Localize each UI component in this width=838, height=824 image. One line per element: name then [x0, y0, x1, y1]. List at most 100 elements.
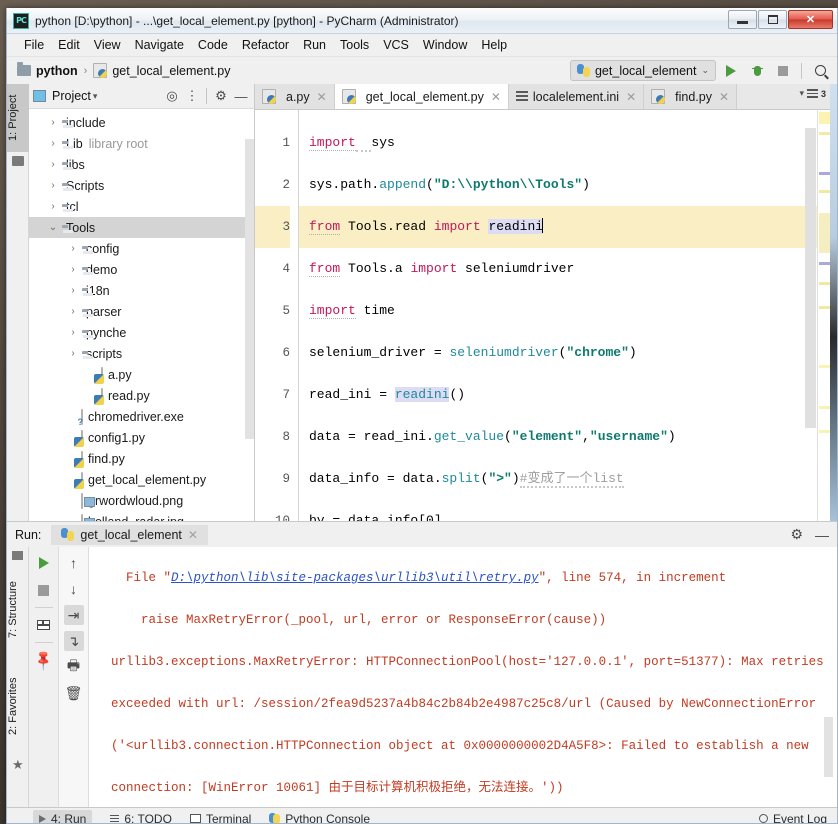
chevron-right-icon[interactable]: ›: [45, 180, 61, 191]
run-configuration-selector[interactable]: get_local_element ⌄: [569, 60, 716, 81]
status-item-todo[interactable]: 6: TODO: [110, 812, 172, 823]
target-icon[interactable]: ◎: [163, 87, 181, 105]
chevron-right-icon[interactable]: ›: [65, 348, 81, 359]
console-scrollbar[interactable]: [824, 717, 833, 777]
sidebar-item-favorites[interactable]: 2: Favorites: [7, 659, 29, 753]
tree-item-config1-py[interactable]: config1.py: [29, 427, 254, 448]
chevron-right-icon[interactable]: ›: [65, 243, 81, 254]
close-icon[interactable]: ✕: [188, 528, 198, 542]
tree-item-lib[interactable]: › Lib library root: [29, 133, 254, 154]
tree-item-scripts[interactable]: › scripts: [29, 343, 254, 364]
tree-item-read-py[interactable]: read.py: [29, 385, 254, 406]
close-icon[interactable]: ✕: [626, 90, 636, 104]
scroll-to-end-button[interactable]: ↴: [63, 631, 84, 651]
chevron-right-icon[interactable]: ›: [45, 138, 61, 149]
stop-button[interactable]: [772, 60, 794, 82]
up-button[interactable]: ↑: [64, 553, 84, 573]
menu-run[interactable]: Run: [296, 36, 333, 54]
tree-item-demo[interactable]: › demo: [29, 259, 254, 280]
minimize-icon[interactable]: —: [815, 527, 829, 543]
python-file-icon: [101, 366, 103, 383]
chevron-right-icon[interactable]: ›: [65, 264, 81, 275]
tree-item-tcl[interactable]: › tcl: [29, 196, 254, 217]
status-item-python-console[interactable]: Python Console: [269, 812, 370, 823]
tree-item-scripts[interactable]: › Scripts: [29, 175, 254, 196]
tree-item-tools[interactable]: ⌄ Tools: [29, 217, 254, 238]
menu-tools[interactable]: Tools: [333, 36, 376, 54]
tree-item-pynche[interactable]: › pynche: [29, 322, 254, 343]
gear-icon[interactable]: ⚙: [790, 526, 803, 543]
menu-file[interactable]: File: [17, 36, 51, 54]
rerun-button[interactable]: [34, 553, 54, 573]
tab-localelement-ini[interactable]: localelement.ini ✕: [508, 84, 645, 109]
menu-edit[interactable]: Edit: [51, 36, 87, 54]
search-button[interactable]: [809, 60, 831, 82]
close-icon[interactable]: ✕: [719, 90, 729, 104]
soft-wrap-button[interactable]: ⇥: [63, 605, 84, 625]
tab-find-py[interactable]: find.py ✕: [644, 84, 738, 109]
minimize-button[interactable]: [728, 10, 757, 29]
project-scrollbar[interactable]: [245, 139, 254, 439]
hide-panel-icon[interactable]: —: [232, 87, 250, 105]
menu-vcs[interactable]: VCS: [376, 36, 416, 54]
editor-scrollbar[interactable]: [805, 128, 816, 428]
code-content[interactable]: import sys sys.path.append("D:\\python\\…: [299, 110, 817, 521]
tree-item-chromedriver-exe[interactable]: chromedriver.exe: [29, 406, 254, 427]
debug-button[interactable]: [746, 60, 768, 82]
menu-code[interactable]: Code: [191, 36, 235, 54]
chevron-down-icon[interactable]: ⌄: [45, 222, 61, 233]
menu-help[interactable]: Help: [474, 36, 514, 54]
tree-item-libs[interactable]: › libs: [29, 154, 254, 175]
chevron-right-icon[interactable]: ›: [45, 159, 61, 170]
run-tab-get-local-element[interactable]: get_local_element ✕: [51, 524, 208, 545]
menu-view[interactable]: View: [87, 36, 128, 54]
tab-overflow-control[interactable]: ▾ 3: [799, 88, 826, 99]
chevron-right-icon[interactable]: ›: [65, 285, 81, 296]
down-button[interactable]: ↓: [64, 579, 84, 599]
editor-marker-bar[interactable]: [817, 110, 830, 521]
traceback-file-link[interactable]: D:\python\lib\site-packages\urllib3\util…: [171, 571, 539, 585]
tree-item-a-py[interactable]: a.py: [29, 364, 254, 385]
print-button[interactable]: 🖶: [64, 657, 84, 677]
tree-item-holland-radar-jpg[interactable]: holland_radar.jpg: [29, 511, 254, 521]
tab-get-local-element-py[interactable]: get_local_element.py ✕: [334, 84, 509, 109]
clear-all-button[interactable]: 🗑: [64, 683, 84, 703]
close-button[interactable]: ✕: [788, 10, 833, 29]
tree-item-parser[interactable]: › parser: [29, 301, 254, 322]
pin-button[interactable]: 📌: [31, 648, 55, 672]
status-item-run[interactable]: 4: Run: [33, 809, 93, 823]
sidebar-item-structure[interactable]: 7: Structure: [7, 567, 29, 653]
menu-navigate[interactable]: Navigate: [128, 36, 191, 54]
collapse-all-icon[interactable]: ⋮: [183, 87, 201, 105]
close-icon[interactable]: ✕: [317, 90, 327, 104]
chevron-right-icon[interactable]: ›: [65, 306, 81, 317]
status-item-terminal[interactable]: Terminal: [189, 812, 251, 823]
close-icon[interactable]: ✕: [491, 90, 501, 104]
chevron-right-icon[interactable]: ›: [45, 201, 61, 212]
tree-item-i18n[interactable]: › i18n: [29, 280, 254, 301]
code-editor[interactable]: 1 2 3 4 5 6 7 8 9 10 import sys sys.path.append("…: [255, 110, 830, 521]
gear-icon[interactable]: ⚙: [212, 87, 230, 105]
tree-item-get-local-element-py[interactable]: get_local_element.py: [29, 469, 254, 490]
chevron-right-icon[interactable]: ›: [45, 117, 61, 128]
tree-item-config[interactable]: › config: [29, 238, 254, 259]
breadcrumb-project[interactable]: python: [36, 64, 78, 78]
sidebar-item-project[interactable]: 1: Project: [7, 84, 29, 152]
menu-window[interactable]: Window: [416, 36, 474, 54]
status-item-event-log[interactable]: Event Log: [758, 812, 827, 823]
breadcrumb: python › get_local_element.py: [17, 62, 230, 78]
python-file-icon: [81, 471, 83, 488]
chevron-down-icon[interactable]: ▾: [93, 91, 98, 102]
maximize-button[interactable]: [758, 10, 787, 29]
chevron-right-icon[interactable]: ›: [65, 327, 81, 338]
tab-a-py[interactable]: a.py ✕: [255, 84, 335, 109]
tree-item-include[interactable]: › include: [29, 112, 254, 133]
stop-button[interactable]: [34, 580, 54, 600]
layout-button[interactable]: [34, 615, 54, 635]
breadcrumb-file[interactable]: get_local_element.py: [112, 64, 230, 78]
tree-item-grwordwloud-png[interactable]: grwordwloud.png: [29, 490, 254, 511]
tree-item-find-py[interactable]: find.py: [29, 448, 254, 469]
run-console-output[interactable]: File "D:\python\lib\site-packages\urllib…: [89, 547, 837, 807]
menu-refactor[interactable]: Refactor: [235, 36, 296, 54]
run-button[interactable]: [720, 60, 742, 82]
